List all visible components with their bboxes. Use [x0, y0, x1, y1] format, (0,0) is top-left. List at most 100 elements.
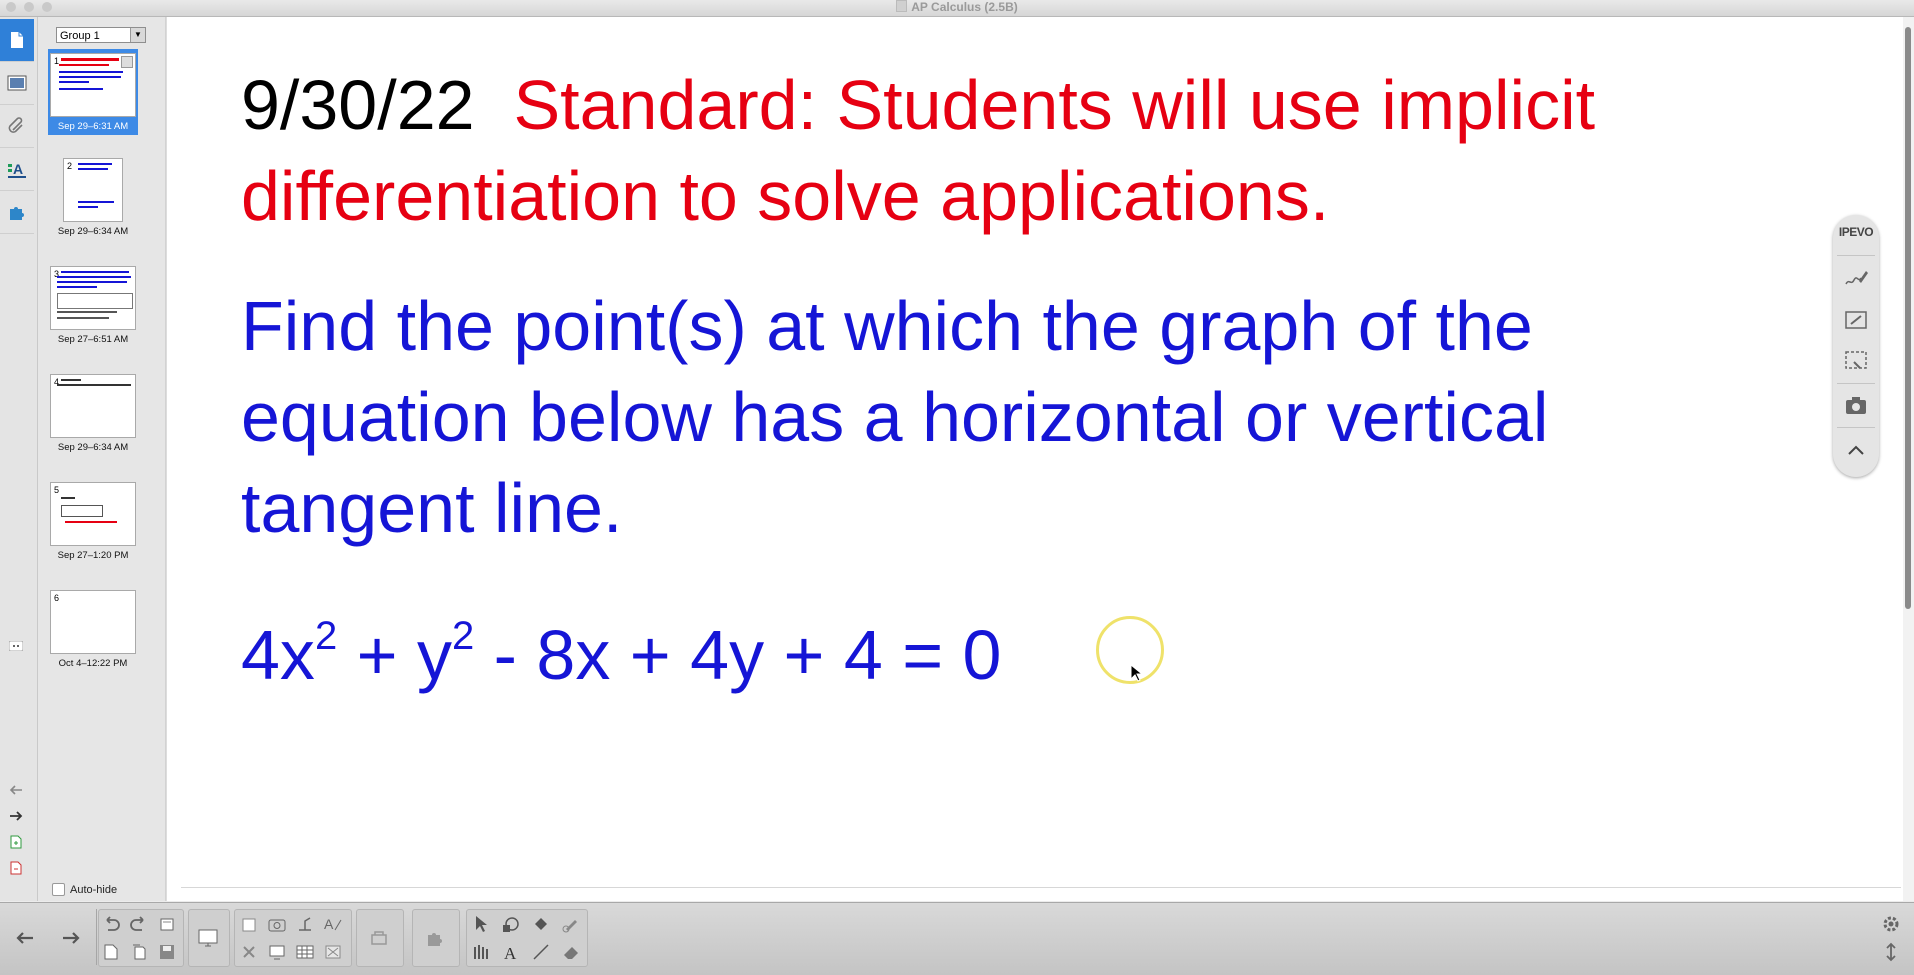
chevron-down-icon: ▼ — [130, 28, 145, 42]
delete-page-button[interactable] — [6, 859, 26, 877]
attachments-tab[interactable] — [0, 105, 34, 148]
clear-page-icon — [160, 918, 174, 931]
undo-button[interactable] — [100, 913, 122, 935]
duplicate-page-icon — [133, 944, 146, 960]
equation-term: + y — [337, 616, 452, 694]
scrollbar-thumb[interactable] — [1905, 27, 1911, 609]
handwriting-button[interactable]: A — [322, 913, 344, 935]
fill-tool-button[interactable] — [530, 913, 552, 935]
gallery-tab[interactable] — [0, 62, 34, 105]
page-number: 5 — [54, 485, 60, 495]
crop-icon — [1845, 351, 1867, 369]
slide-page[interactable]: 9/30/22 Standard: Students will use impl… — [181, 17, 1901, 888]
problem-line-1: Find the point(s) at which the graph of … — [241, 287, 1533, 365]
page-thumbnail-image: 1 — [50, 53, 136, 117]
previous-page-button[interactable] — [14, 927, 36, 949]
autohide-label: Auto-hide — [70, 883, 118, 896]
ipevo-camera-button[interactable] — [1841, 390, 1871, 420]
ipevo-pen-button[interactable] — [1841, 263, 1871, 293]
page-sorter-icon — [11, 32, 23, 48]
delete-button[interactable] — [238, 941, 260, 963]
text-tool-button[interactable]: A — [500, 941, 522, 963]
full-screen-button[interactable] — [266, 941, 288, 963]
pens-tool-button[interactable] — [470, 941, 492, 963]
svg-text:A: A — [504, 944, 517, 961]
screen-shade-button[interactable] — [197, 927, 219, 949]
clear-page-button[interactable] — [156, 913, 178, 935]
page-date: Sep 27–6:51 AM — [57, 334, 129, 345]
paste-button[interactable] — [238, 913, 260, 935]
save-button[interactable] — [156, 941, 178, 963]
response-icon — [371, 931, 387, 945]
shapes-tool-button[interactable] — [500, 913, 522, 935]
line-tool-button[interactable] — [530, 941, 552, 963]
page-thumbnail[interactable]: 6 Oct 4–12:22 PM — [48, 590, 138, 669]
ipevo-image-button[interactable] — [1841, 305, 1871, 335]
gear-icon — [1883, 916, 1899, 932]
autohide-toggle[interactable]: Auto-hide — [52, 883, 117, 896]
side-tabs: A — [0, 17, 38, 901]
pens-icon — [474, 945, 488, 959]
add-page-button[interactable] — [6, 833, 26, 851]
page-thumbnail[interactable]: 1 Sep 29–6:31 AM — [48, 49, 138, 135]
equation-exponent: 2 — [314, 614, 338, 658]
standard-line-2: differentiation to solve applications. — [241, 157, 1330, 235]
ipevo-logo: IPEVO — [1838, 225, 1874, 239]
response-button[interactable] — [368, 927, 390, 949]
ipevo-crop-button[interactable] — [1841, 345, 1871, 375]
dual-page-button[interactable] — [322, 941, 344, 963]
delete-page-icon — [10, 861, 22, 875]
chevron-up-icon — [1848, 445, 1864, 455]
duplicate-page-button[interactable] — [128, 941, 150, 963]
gallery-icon — [7, 75, 27, 91]
bottom-toolbar: A A — [0, 902, 1914, 975]
document-camera-button[interactable] — [294, 913, 316, 935]
redo-button[interactable] — [128, 913, 150, 935]
page-thumbnail-image: 2 — [63, 158, 123, 222]
eraser-tool-button[interactable] — [560, 941, 582, 963]
page-thumbnail[interactable]: 5 Sep 27–1:20 PM — [48, 482, 138, 561]
handwriting-icon: A — [324, 916, 342, 932]
select-tool-button[interactable] — [470, 913, 492, 935]
previous-page-button[interactable] — [6, 781, 26, 799]
pointer-icon — [476, 916, 487, 932]
page-thumbnail[interactable]: 3 Sep 27–6:51 AM — [48, 266, 138, 345]
image-edit-icon — [1845, 311, 1867, 329]
vertical-scrollbar[interactable] — [1903, 17, 1914, 901]
move-toolbar-button[interactable] — [1880, 941, 1902, 963]
magic-pen-button[interactable] — [560, 913, 582, 935]
properties-tab[interactable]: A — [0, 148, 34, 191]
attachments-icon — [8, 117, 23, 133]
page-thumbnail[interactable]: 2 Sep 29–6:34 AM — [48, 158, 138, 237]
group-select-value: Group 1 — [60, 30, 100, 42]
page-sorter-tab[interactable] — [0, 19, 34, 62]
redo-icon — [130, 916, 144, 931]
line-icon — [533, 944, 549, 960]
properties-icon: A — [8, 161, 26, 178]
next-page-button[interactable] — [60, 927, 82, 949]
page-thumbnail-image: 4 — [50, 374, 136, 438]
autohide-checkbox[interactable] — [52, 883, 65, 896]
collapse-sidebar-button[interactable] — [6, 637, 26, 655]
ipevo-collapse-button[interactable] — [1841, 435, 1871, 465]
new-page-icon — [104, 944, 118, 960]
add-page-icon — [10, 835, 22, 849]
group-select[interactable]: Group 1 ▼ — [56, 27, 146, 43]
page-thumbnail[interactable]: 4 Sep 29–6:34 AM — [48, 374, 138, 453]
new-page-button[interactable] — [100, 941, 122, 963]
screen-capture-button[interactable] — [266, 913, 288, 935]
next-page-button[interactable] — [6, 807, 26, 825]
page-date: Sep 27–1:20 PM — [57, 550, 129, 561]
move-toolbar-icon — [1886, 942, 1896, 962]
settings-button[interactable] — [1880, 913, 1902, 935]
problem-line-3: tangent line. — [241, 469, 623, 547]
page-thumbnail-image: 6 — [50, 590, 136, 654]
page-date: Oct 4–12:22 PM — [58, 658, 128, 669]
canvas-area[interactable]: 9/30/22 Standard: Students will use impl… — [166, 17, 1903, 901]
addon-button[interactable] — [424, 927, 446, 949]
arrow-right-icon — [10, 811, 23, 821]
dual-page-icon — [325, 945, 341, 959]
screen-shade-icon — [198, 929, 218, 947]
addons-tab[interactable] — [0, 191, 34, 234]
table-button[interactable] — [294, 941, 316, 963]
